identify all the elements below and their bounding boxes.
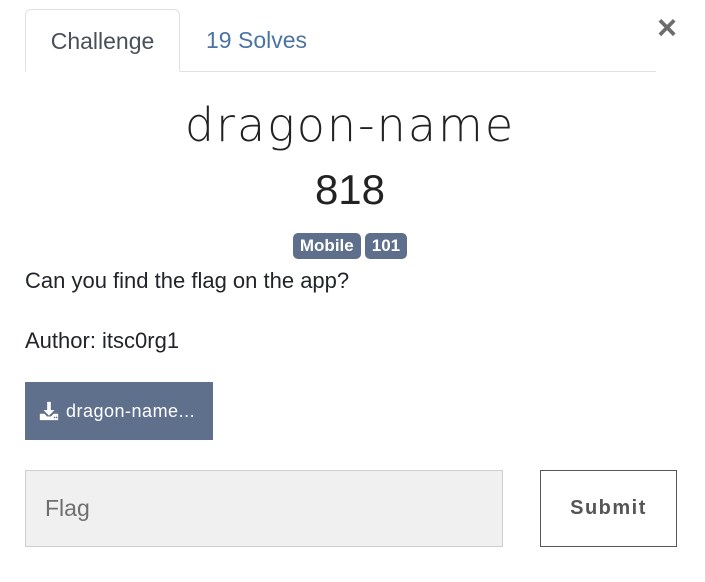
- close-icon: ×: [657, 9, 677, 47]
- tab-bar: Challenge 19 Solves: [25, 9, 656, 72]
- close-button[interactable]: ×: [654, 11, 680, 45]
- challenge-description: Can you find the flag on the app?: [25, 268, 350, 293]
- challenge-points: 818: [314, 166, 386, 213]
- download-icon: [39, 401, 59, 421]
- tag-badge-category: Mobile: [292, 233, 361, 259]
- tag-badge-level: 101: [364, 233, 408, 259]
- flag-input[interactable]: [25, 470, 503, 547]
- challenge-name: dragon-name: [184, 98, 516, 152]
- challenge-modal: Challenge 19 Solves × dragon-name 818 Mo…: [0, 0, 705, 582]
- download-file-button[interactable]: dragon-name...: [25, 382, 213, 440]
- challenge-author: Author: itsc0rg1: [25, 328, 180, 353]
- submit-button[interactable]: Submit: [540, 470, 677, 547]
- tab-challenge[interactable]: Challenge: [25, 9, 180, 72]
- tab-solves[interactable]: 19 Solves: [206, 9, 326, 70]
- download-file-label: dragon-name...: [66, 400, 196, 421]
- tag-list: Mobile 101: [0, 233, 700, 259]
